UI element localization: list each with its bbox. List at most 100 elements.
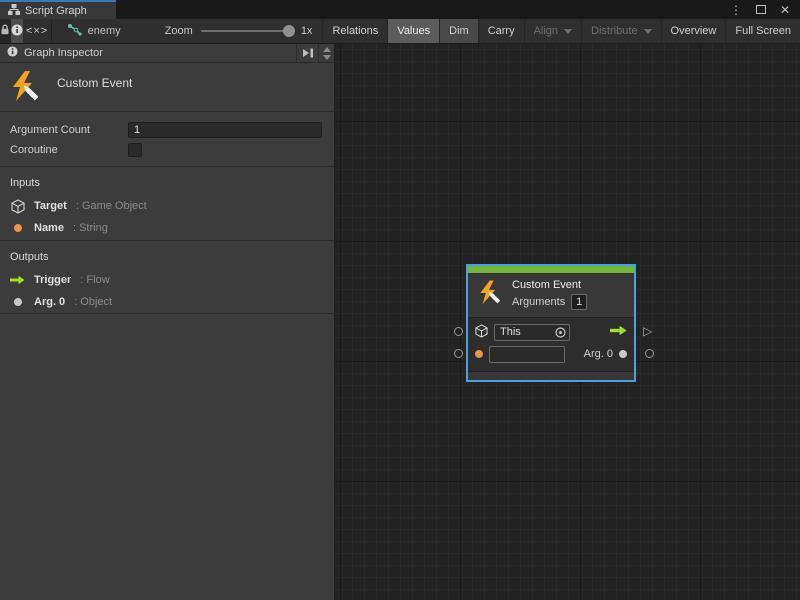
spinner-up-icon[interactable]: [323, 47, 331, 52]
unit-title: Custom Event: [57, 76, 132, 90]
dock-panel-button[interactable]: [296, 44, 318, 62]
dim-button[interactable]: Dim: [439, 19, 478, 43]
flow-out-arrow-icon[interactable]: [610, 325, 627, 339]
output-port-arg0: Arg. 0 : Object: [10, 295, 324, 309]
inputs-section: Inputs Target : Game Object Name : Strin…: [0, 167, 334, 241]
zoom-label: Zoom: [165, 25, 193, 37]
values-button[interactable]: Values: [387, 19, 439, 43]
coroutine-row: Coroutine: [10, 140, 322, 160]
node-right-value-port[interactable]: [645, 349, 654, 358]
lock-button[interactable]: [0, 19, 11, 43]
graph-inspector-header: Graph Inspector: [0, 44, 334, 63]
code-icon: <×>: [26, 25, 48, 37]
node-title: Custom Event: [512, 279, 587, 291]
cube-icon: [475, 324, 488, 341]
align-dropdown: Align: [524, 19, 581, 43]
lock-icon: [0, 24, 10, 38]
values-label: Values: [397, 25, 430, 37]
info-icon: [7, 46, 18, 60]
output-port-trigger: Trigger : Flow: [10, 273, 324, 287]
node-left-port-1[interactable]: [454, 327, 463, 336]
graph-inspector-panel: Graph Inspector: [0, 44, 335, 600]
port-name: Target: [34, 200, 67, 212]
port-type: : Object: [74, 296, 112, 308]
target-object-value: This: [500, 326, 551, 338]
port-type: : Game Object: [76, 200, 147, 212]
inspector-empty-area: [0, 314, 334, 600]
cube-icon: [10, 199, 25, 214]
coroutine-checkbox[interactable]: [128, 143, 142, 157]
node-header[interactable]: Custom Event Arguments: [468, 273, 634, 317]
maximize-icon[interactable]: [756, 5, 766, 14]
object-picker-icon: [555, 327, 566, 338]
titlebar: Script Graph ⋮ ✕: [0, 0, 800, 19]
node-row-target: This: [468, 321, 634, 343]
window-controls: ⋮ ✕: [730, 0, 800, 19]
panel-title: Graph Inspector: [24, 47, 103, 59]
dock-icon: [302, 48, 314, 58]
argument-count-input[interactable]: [128, 122, 322, 138]
port-name: Name: [34, 222, 64, 234]
dim-label: Dim: [449, 25, 469, 37]
object-dot-icon: [10, 298, 25, 306]
arg0-label: Arg. 0: [584, 348, 613, 360]
overview-label: Overview: [671, 25, 717, 37]
outputs-header: Outputs: [10, 251, 324, 263]
port-name: Arg. 0: [34, 296, 65, 308]
info-icon: [11, 24, 23, 39]
close-icon[interactable]: ✕: [780, 3, 790, 17]
relations-label: Relations: [332, 25, 378, 37]
zoom-control: Zoom 1x: [139, 19, 323, 43]
overview-button[interactable]: Overview: [661, 19, 726, 43]
zoom-slider-handle[interactable]: [283, 25, 295, 37]
input-port-target: Target : Game Object: [10, 199, 324, 213]
arguments-count-input[interactable]: [571, 294, 587, 310]
chevron-down-icon: [564, 29, 572, 34]
spinner-down-icon[interactable]: [323, 55, 331, 60]
graph-canvas[interactable]: Custom Event Arguments This: [335, 44, 800, 600]
node-left-port-2[interactable]: [454, 349, 463, 358]
toolbar: <×> enemy Zoom 1x Relations Values Dim C…: [0, 19, 800, 44]
code-view-button[interactable]: <×>: [23, 19, 51, 43]
custom-event-icon: [10, 70, 42, 107]
relations-button[interactable]: Relations: [322, 19, 387, 43]
name-input-field[interactable]: [489, 346, 565, 363]
unit-properties-section: Argument Count Coroutine: [0, 112, 334, 167]
unit-header-section: Custom Event: [0, 63, 334, 112]
distribute-label: Distribute: [591, 25, 637, 37]
node-body: This Arg. 0: [468, 317, 634, 368]
argument-count-row: Argument Count: [10, 120, 322, 140]
value-in-port-icon[interactable]: [475, 350, 483, 358]
port-name: Trigger: [34, 274, 71, 286]
port-type: : Flow: [80, 274, 109, 286]
chevron-down-icon: [644, 29, 652, 34]
value-dot-icon: [10, 224, 25, 232]
graph-icon: [68, 24, 82, 39]
argument-count-label: Argument Count: [10, 124, 128, 136]
flow-arrow-icon: [10, 275, 25, 285]
coroutine-label: Coroutine: [10, 144, 128, 156]
target-object-field[interactable]: This: [494, 324, 570, 341]
inspector-toggle-button[interactable]: [11, 19, 23, 43]
node-arguments-row: Arguments: [512, 294, 587, 310]
port-type: : String: [73, 222, 108, 234]
node-row-arg0: Arg. 0: [468, 343, 634, 365]
zoom-value: 1x: [301, 25, 313, 37]
event-color-bar: [468, 266, 634, 273]
zoom-slider[interactable]: [201, 30, 293, 32]
node-footer: [468, 371, 634, 380]
outputs-section: Outputs Trigger : Flow Arg. 0 : Object: [0, 241, 334, 314]
tab-script-graph[interactable]: Script Graph: [0, 0, 116, 19]
panel-spinners[interactable]: [318, 44, 334, 62]
script-graph-icon: [8, 4, 20, 18]
kebab-menu-icon[interactable]: ⋮: [730, 3, 742, 17]
custom-event-node[interactable]: Custom Event Arguments This: [466, 264, 636, 382]
arg0-out-port-icon[interactable]: [619, 350, 627, 358]
fullscreen-button[interactable]: Full Screen: [725, 19, 800, 43]
custom-event-icon: [478, 279, 503, 310]
node-right-flow-port[interactable]: ▷: [643, 325, 652, 337]
carry-button[interactable]: Carry: [478, 19, 524, 43]
align-label: Align: [534, 25, 558, 37]
graph-name-label: enemy: [88, 25, 121, 37]
graph-name-breadcrumb[interactable]: enemy: [52, 19, 139, 43]
